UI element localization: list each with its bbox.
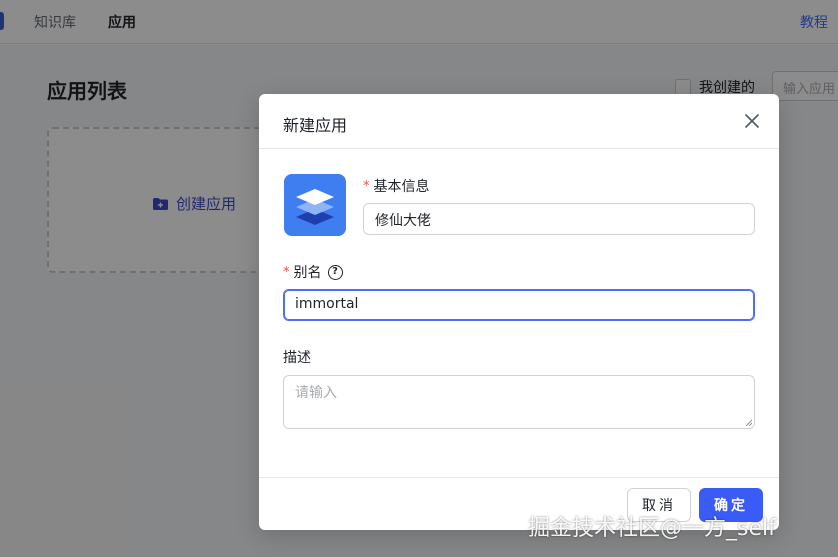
watermark: 掘金技术社区@一方_self <box>528 516 776 541</box>
alias-input[interactable]: immortal <box>283 289 755 321</box>
alias-label: * 别名 ? <box>283 262 343 282</box>
resize-grip-icon[interactable] <box>745 419 752 426</box>
description-placeholder: 请输入 <box>295 385 337 401</box>
description-label: 描述 <box>283 347 311 367</box>
app-avatar-icon[interactable] <box>284 174 346 236</box>
description-textarea[interactable]: 请输入 <box>283 375 755 429</box>
help-icon[interactable]: ? <box>327 264 343 280</box>
description-text: 描述 <box>283 350 311 366</box>
dialog-footer-divider <box>259 477 779 478</box>
dialog-header: 新建应用 <box>259 94 779 149</box>
dialog-title: 新建应用 <box>283 116 348 135</box>
close-icon[interactable] <box>743 112 761 130</box>
required-mark: * <box>283 264 290 280</box>
required-mark: * <box>363 178 370 194</box>
alias-text: 别名 <box>293 265 322 281</box>
basic-info-label: * 基本信息 <box>363 176 430 196</box>
app-name-input[interactable]: 修仙大佬 <box>363 203 755 235</box>
new-app-dialog: 新建应用 * 基本信息 修仙大佬 * 别名 ? immortal 描述 请输入 … <box>259 94 779 530</box>
basic-info-text: 基本信息 <box>373 179 430 195</box>
